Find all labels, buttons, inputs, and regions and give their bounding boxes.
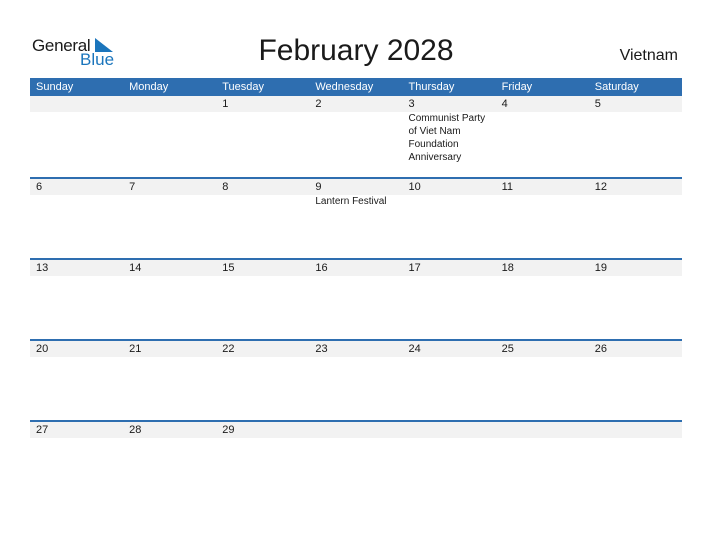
day-number: 21 bbox=[129, 343, 142, 355]
weekday-header: Sunday Monday Tuesday Wednesday Thursday… bbox=[30, 78, 682, 96]
day-event bbox=[496, 112, 589, 164]
day-number: 5 bbox=[594, 98, 601, 110]
day-event: Communist Party of Viet Nam Foundation A… bbox=[408, 113, 486, 163]
event-row: Lantern Festival bbox=[30, 195, 682, 208]
day-number: 25 bbox=[501, 343, 514, 355]
day-number bbox=[403, 422, 496, 438]
week-row: 27 28 29 bbox=[30, 420, 682, 501]
day-event bbox=[309, 112, 402, 164]
day-number-row: 13 14 15 16 17 18 19 bbox=[30, 260, 682, 276]
day-number: 11 bbox=[501, 181, 514, 193]
calendar-grid: Sunday Monday Tuesday Wednesday Thursday… bbox=[30, 78, 682, 501]
event-row: Communist Party of Viet Nam Foundation A… bbox=[30, 112, 682, 164]
day-event bbox=[30, 195, 123, 208]
weekday-tuesday: Tuesday bbox=[222, 81, 265, 93]
day-number bbox=[496, 422, 589, 438]
day-number-row: 1 2 3 4 5 bbox=[30, 96, 682, 112]
day-event bbox=[589, 195, 682, 208]
day-event bbox=[216, 195, 309, 208]
day-number: 9 bbox=[315, 181, 322, 193]
day-number bbox=[123, 96, 216, 112]
weekday-monday: Monday bbox=[129, 81, 169, 93]
day-number: 3 bbox=[408, 98, 415, 110]
day-number: 7 bbox=[129, 181, 136, 193]
day-number: 18 bbox=[501, 262, 514, 274]
day-number-row: 27 28 29 bbox=[30, 422, 682, 438]
day-number bbox=[309, 422, 402, 438]
day-event bbox=[30, 112, 123, 164]
day-number: 16 bbox=[315, 262, 328, 274]
country-label: Vietnam bbox=[619, 47, 678, 64]
day-event bbox=[123, 112, 216, 164]
day-number bbox=[30, 96, 123, 112]
week-row: 6 7 8 9 10 11 12 Lantern Festival bbox=[30, 177, 682, 258]
day-number: 4 bbox=[501, 98, 508, 110]
day-number: 20 bbox=[36, 343, 49, 355]
day-number: 29 bbox=[222, 424, 235, 436]
day-number bbox=[589, 422, 682, 438]
weekday-thursday: Thursday bbox=[408, 81, 455, 93]
day-number: 8 bbox=[222, 181, 229, 193]
day-number: 24 bbox=[408, 343, 421, 355]
day-number: 23 bbox=[315, 343, 328, 355]
day-number: 26 bbox=[594, 343, 607, 355]
day-event bbox=[216, 112, 309, 164]
week-row: 20 21 22 23 24 25 26 bbox=[30, 339, 682, 420]
weekday-saturday: Saturday bbox=[594, 81, 639, 93]
week-row: 13 14 15 16 17 18 19 bbox=[30, 258, 682, 339]
day-event: Lantern Festival bbox=[315, 196, 387, 207]
day-number: 28 bbox=[129, 424, 142, 436]
weekday-friday: Friday bbox=[501, 81, 533, 93]
day-number: 10 bbox=[408, 181, 421, 193]
day-event bbox=[123, 195, 216, 208]
day-number-row: 6 7 8 9 10 11 12 bbox=[30, 179, 682, 195]
day-number: 17 bbox=[408, 262, 421, 274]
day-number: 6 bbox=[36, 181, 43, 193]
weekday-sunday: Sunday bbox=[36, 81, 74, 93]
week-row: 1 2 3 4 5 Communist Party of Viet Nam Foundat… bbox=[30, 96, 682, 177]
day-number: 12 bbox=[594, 181, 607, 193]
day-event bbox=[496, 195, 589, 208]
day-number: 15 bbox=[222, 262, 235, 274]
day-number: 14 bbox=[129, 262, 142, 274]
weekday-wednesday: Wednesday bbox=[315, 81, 374, 93]
day-event bbox=[589, 112, 682, 164]
day-number: 19 bbox=[594, 262, 607, 274]
day-number-row: 20 21 22 23 24 25 26 bbox=[30, 341, 682, 357]
day-number: 2 bbox=[315, 98, 322, 110]
day-number: 27 bbox=[36, 424, 49, 436]
day-event bbox=[403, 195, 496, 208]
day-number: 22 bbox=[222, 343, 235, 355]
page-title: February 2028 bbox=[258, 34, 454, 67]
day-number: 1 bbox=[222, 98, 229, 110]
day-number: 13 bbox=[36, 262, 49, 274]
